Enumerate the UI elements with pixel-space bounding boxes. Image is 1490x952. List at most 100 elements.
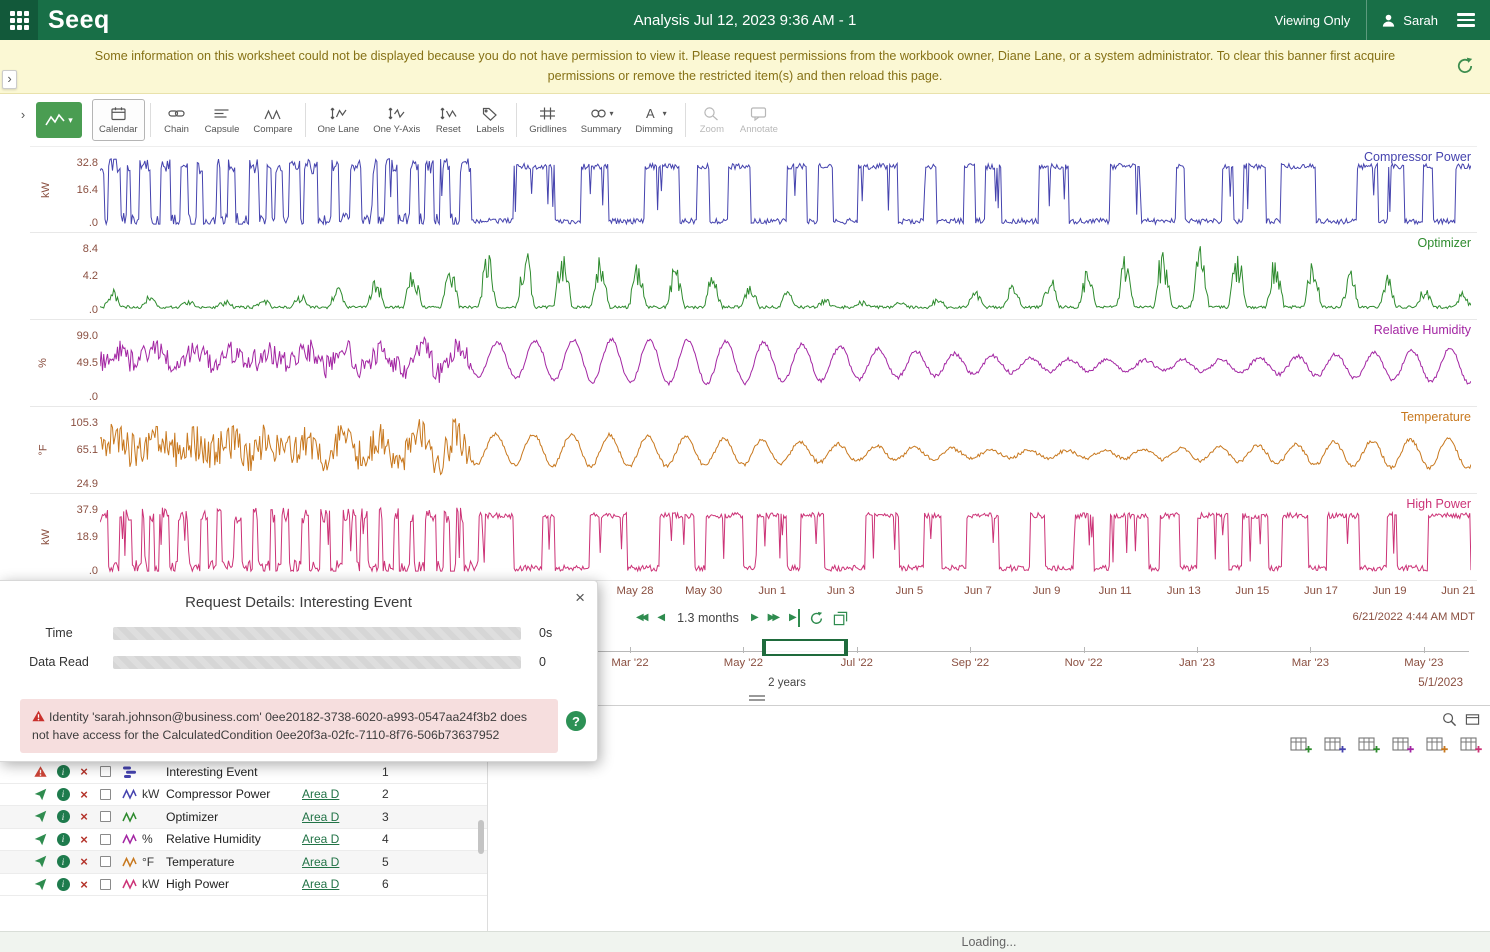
remove-item-icon[interactable]: ×: [74, 854, 94, 869]
item-info-icon[interactable]: i: [52, 765, 74, 778]
trend-plot[interactable]: [100, 233, 1471, 319]
close-icon[interactable]: ×: [575, 589, 585, 606]
row-checkbox[interactable]: [94, 879, 116, 890]
details-table-row: i×OptimizerArea D3: [0, 806, 487, 829]
row-checkbox[interactable]: [94, 834, 116, 845]
refresh-icon[interactable]: [809, 611, 824, 626]
signal-icon: [116, 832, 142, 846]
timeline-end-date: 5/1/2023: [1418, 677, 1463, 689]
row-checkbox[interactable]: [94, 811, 116, 822]
step-back-icon[interactable]: ◀: [657, 609, 665, 627]
pin-icon[interactable]: [28, 833, 52, 846]
row-checkbox[interactable]: [94, 856, 116, 867]
item-info-icon[interactable]: i: [52, 855, 74, 868]
sidebar-expander-icon[interactable]: ›: [2, 70, 17, 89]
trend-chart[interactable]: kW32.816.4.0Compressor Power8.44.2.0Opti…: [30, 146, 1477, 582]
item-unit: kW: [142, 877, 166, 891]
add-to-table-icon[interactable]: [1290, 736, 1312, 754]
display-range-label[interactable]: 1.3 months: [677, 611, 739, 625]
signal-icon: [116, 787, 142, 801]
item-name[interactable]: Compressor Power: [166, 787, 302, 801]
toolbar-button-calendar[interactable]: Calendar: [92, 99, 145, 141]
remove-item-icon[interactable]: ×: [74, 877, 94, 892]
asset-link[interactable]: Area D: [302, 832, 382, 846]
item-name[interactable]: Relative Humidity: [166, 832, 302, 846]
add-to-table-icon[interactable]: [1426, 736, 1448, 754]
toolbar-button-dimming[interactable]: A▾Dimming: [628, 99, 679, 141]
skip-to-end-icon[interactable]: ▶: [789, 609, 800, 627]
copy-range-icon[interactable]: [833, 611, 848, 626]
item-name[interactable]: Temperature: [166, 855, 302, 869]
y-tick: 16.4: [58, 184, 98, 196]
toolbar-button-compare[interactable]: Compare: [246, 99, 299, 141]
toolbar-button-gridlines[interactable]: Gridlines: [522, 99, 574, 141]
toolbar-button-summary[interactable]: ▾Summary: [574, 99, 629, 141]
timeline-duration-label: 2 years: [747, 677, 827, 689]
fast-forward-icon[interactable]: ▶▶: [768, 609, 780, 627]
trend-plot[interactable]: [100, 147, 1471, 233]
panel-tools: [1442, 712, 1480, 727]
user-menu[interactable]: Sarah: [1366, 0, 1452, 40]
toolbar-button-capsule[interactable]: Capsule: [198, 99, 247, 141]
pin-icon[interactable]: [28, 855, 52, 868]
asset-link[interactable]: Area D: [302, 810, 382, 824]
pin-icon[interactable]: [28, 810, 52, 823]
x-axis-label: May 30: [674, 585, 734, 597]
reload-icon[interactable]: [1456, 57, 1476, 77]
remove-item-icon[interactable]: ×: [74, 809, 94, 824]
toolbar-button-one-y-axis[interactable]: One Y-Axis: [366, 99, 427, 141]
permission-warning-banner: Some information on this worksheet could…: [0, 40, 1490, 94]
asset-link[interactable]: Area D: [302, 855, 382, 869]
panel-resize-handle[interactable]: [749, 695, 765, 701]
add-to-table-icon[interactable]: [1392, 736, 1414, 754]
pin-icon[interactable]: [28, 878, 52, 891]
trend-lane-2: %99.049.5.0Relative Humidity: [30, 320, 1477, 407]
viewing-mode-label[interactable]: Viewing Only: [1275, 13, 1367, 28]
asset-link[interactable]: Area D: [302, 787, 382, 801]
item-info-icon[interactable]: i: [52, 878, 74, 891]
add-to-table-icon[interactable]: [1358, 736, 1380, 754]
item-name[interactable]: Interesting Event: [166, 765, 302, 779]
rewind-icon[interactable]: ◀◀: [636, 609, 648, 627]
remove-item-icon[interactable]: ×: [74, 832, 94, 847]
data-read-value: 0: [539, 655, 583, 669]
row-checkbox[interactable]: [94, 789, 116, 800]
trend-lane-4: kW37.918.9.0High Power: [30, 494, 1477, 581]
toolbar-button-reset[interactable]: Reset: [427, 99, 469, 141]
timeline-range-selector[interactable]: [762, 639, 848, 656]
details-table-row: i×Interesting Event1: [0, 761, 487, 784]
time-progress-bar: [113, 627, 521, 640]
status-bar: Loading...: [0, 931, 1490, 952]
help-icon[interactable]: ?: [566, 711, 586, 731]
add-to-table-icon[interactable]: [1324, 736, 1346, 754]
asset-link[interactable]: Area D: [302, 877, 382, 891]
scrollbar-thumb[interactable]: [478, 820, 484, 854]
seeq-logo: Seeq: [48, 6, 110, 35]
pin-icon[interactable]: [28, 788, 52, 801]
magnifier-icon[interactable]: [1442, 712, 1457, 727]
step-forward-icon[interactable]: ▶: [751, 609, 759, 627]
remove-item-icon[interactable]: ×: [74, 787, 94, 802]
toolbar-button-chain[interactable]: Chain: [156, 99, 198, 141]
trend-plot[interactable]: [100, 494, 1471, 580]
row-checkbox[interactable]: [94, 766, 116, 777]
add-to-table-icon[interactable]: [1460, 736, 1482, 754]
toolbar-button-labels[interactable]: Labels: [469, 99, 511, 141]
view-selector-button[interactable]: ▾: [36, 102, 82, 138]
item-name[interactable]: High Power: [166, 877, 302, 891]
row-warning-icon[interactable]: [28, 765, 52, 778]
apps-grid-button[interactable]: [0, 0, 38, 40]
item-info-icon[interactable]: i: [52, 833, 74, 846]
collapse-panel-icon[interactable]: [1465, 712, 1480, 727]
item-info-icon[interactable]: i: [52, 810, 74, 823]
timeline-tick: [970, 647, 971, 653]
trend-plot[interactable]: [100, 407, 1471, 493]
trend-plot[interactable]: [100, 320, 1471, 406]
data-read-progress-row: Data Read 0: [0, 655, 597, 669]
item-name[interactable]: Optimizer: [166, 810, 302, 824]
toolbar-button-one-lane[interactable]: One Lane: [311, 99, 367, 141]
hamburger-menu-icon[interactable]: [1452, 8, 1480, 32]
item-info-icon[interactable]: i: [52, 788, 74, 801]
data-panel-expander-icon[interactable]: ›: [16, 107, 30, 124]
remove-item-icon[interactable]: ×: [74, 764, 94, 779]
